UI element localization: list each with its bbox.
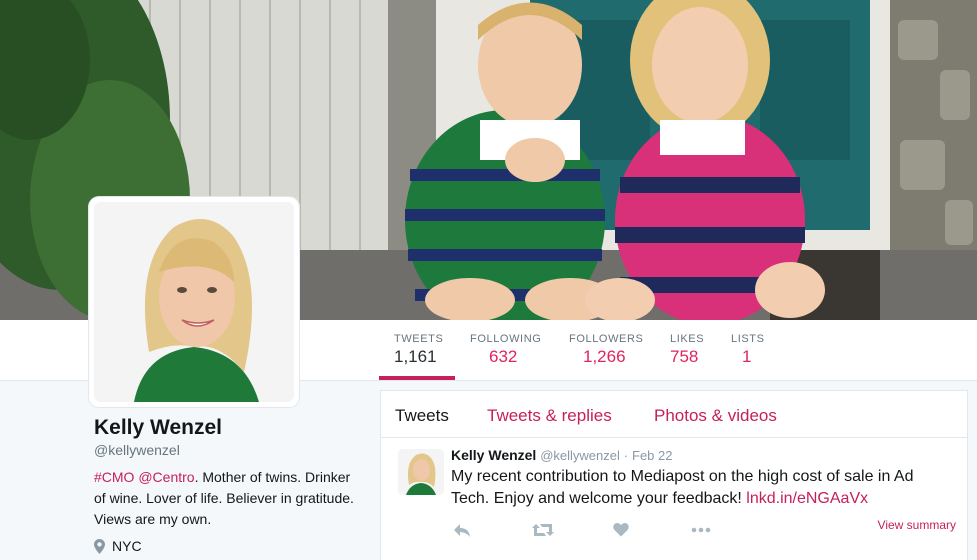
stat-followers-value: 1,266 (583, 347, 626, 366)
tab-tweets-replies[interactable]: Tweets & replies (487, 406, 612, 426)
stat-likes-value: 758 (670, 347, 699, 366)
tweet-text: My recent contribution to Mediapost on t… (451, 466, 931, 510)
location-text: NYC (112, 538, 142, 554)
timeline: Tweets Tweets & replies Photos & videos … (380, 390, 968, 560)
stat-following[interactable]: FOLLOWING 632 (470, 320, 546, 380)
avatar-image (94, 202, 294, 402)
stat-following-label: FOLLOWING (470, 333, 542, 345)
stat-lists-label: LISTS (731, 333, 765, 345)
tweet-link[interactable]: lnkd.in/eNGAaVx (746, 490, 868, 507)
bio-mention-link[interactable]: @Centro (138, 469, 194, 485)
tweet-separator: · (623, 448, 629, 463)
profile-avatar[interactable] (89, 197, 299, 407)
timeline-tabs: Tweets Tweets & replies Photos & videos (381, 391, 967, 438)
profile-location: NYC (94, 538, 142, 554)
profile-bio: #CMO @Centro. Mother of twins. Drinker o… (94, 467, 362, 530)
stat-lists[interactable]: LISTS 1 (731, 320, 771, 380)
stat-followers[interactable]: FOLLOWERS 1,266 (569, 320, 649, 380)
tab-tweets[interactable]: Tweets (395, 406, 449, 426)
reply-icon[interactable] (453, 522, 475, 540)
tweet-author-handle[interactable]: @kellywenzel (540, 448, 620, 463)
more-icon[interactable] (691, 522, 713, 540)
stat-likes-label: LIKES (670, 333, 705, 345)
stat-following-value: 632 (489, 347, 518, 366)
tweet-header: Kelly Wenzel @kellywenzel · Feb 22 (451, 447, 673, 463)
bio-hashtag-link[interactable]: #CMO (94, 469, 134, 485)
tweet-avatar[interactable] (398, 449, 444, 495)
map-pin-icon (94, 538, 105, 554)
view-summary-link[interactable]: View summary (878, 518, 956, 532)
stat-tweets-label: TWEETS (394, 333, 444, 345)
tweet-author-name[interactable]: Kelly Wenzel (451, 447, 536, 463)
stat-tweets-value: 1,161 (394, 347, 437, 366)
stat-followers-label: FOLLOWERS (569, 333, 644, 345)
tweet-item[interactable]: Kelly Wenzel @kellywenzel · Feb 22 My re… (381, 438, 967, 560)
tab-photos-videos[interactable]: Photos & videos (654, 406, 777, 426)
retweet-icon[interactable] (532, 522, 554, 540)
stat-tweets[interactable]: TWEETS 1,161 (379, 320, 455, 380)
profile-handle[interactable]: @kellywenzel (94, 442, 180, 458)
like-icon[interactable] (613, 522, 635, 540)
stat-lists-value: 1 (742, 347, 752, 366)
profile-name[interactable]: Kelly Wenzel (94, 416, 222, 440)
stat-likes[interactable]: LIKES 758 (670, 320, 710, 380)
tweet-date[interactable]: Feb 22 (632, 448, 672, 463)
